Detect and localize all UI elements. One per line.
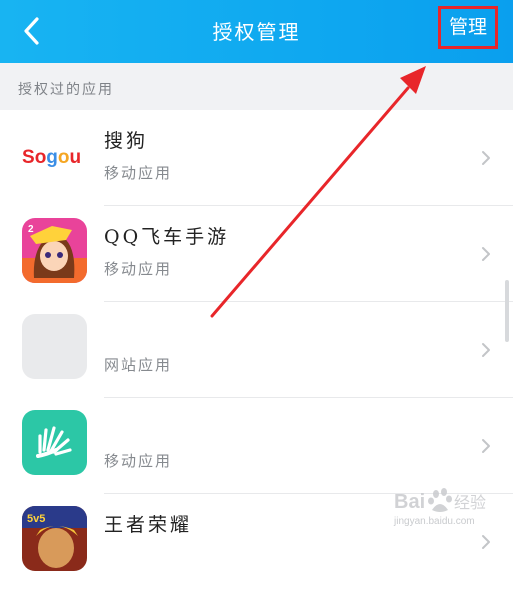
placeholder-icon [22,314,87,379]
chevron-right-icon [482,343,490,357]
watermark-url: jingyan.baidu.com [394,516,475,527]
section-header: 授权过的应用 [0,63,513,110]
chevron-right-icon [482,439,490,453]
app-type: 移动应用 [104,164,173,182]
app-name: QQ飞车手游 [104,226,230,248]
list-item-website[interactable]: 网站应用 [0,302,513,398]
svg-text:经验: 经验 [454,493,486,512]
list-item-green-app[interactable]: 移动应用 [0,398,513,494]
manage-button[interactable]: 管理 [438,6,498,49]
app-name: 搜狗 [104,130,149,152]
honor-of-kings-icon: 5v5 [22,506,87,571]
chevron-right-icon [482,247,490,261]
list-item-sogou[interactable]: Sogou 搜狗 移动应用 [0,110,513,206]
baidu-jingyan-watermark: Bai 经验 jingyan.baidu.com [392,484,508,536]
page-title: 授权管理 [212,20,301,44]
svg-text:Sogou: Sogou [22,147,81,168]
svg-text:Bai: Bai [394,491,425,513]
app-name: 王者荣耀 [104,514,193,536]
green-app-icon [22,410,87,475]
chevron-right-icon [482,151,490,165]
app-type: 移动应用 [104,452,173,470]
chevron-right-icon [482,535,490,549]
svg-text:2: 2 [28,224,34,235]
sogou-logo: Sogou [22,122,87,187]
section-title: 授权过的应用 [18,82,114,98]
scrollbar[interactable] [505,280,509,342]
list-item-qq-speed[interactable]: 2 QQ飞车手游 移动应用 [0,206,513,302]
app-type: 网站应用 [104,356,173,374]
baidu-paw-icon: Bai 经验 [394,488,486,513]
qq-speed-game-icon: 2 [22,218,87,283]
top-bar: 授权管理 管理 [0,0,513,63]
app-type: 移动应用 [104,260,173,278]
svg-text:5v5: 5v5 [27,513,45,525]
